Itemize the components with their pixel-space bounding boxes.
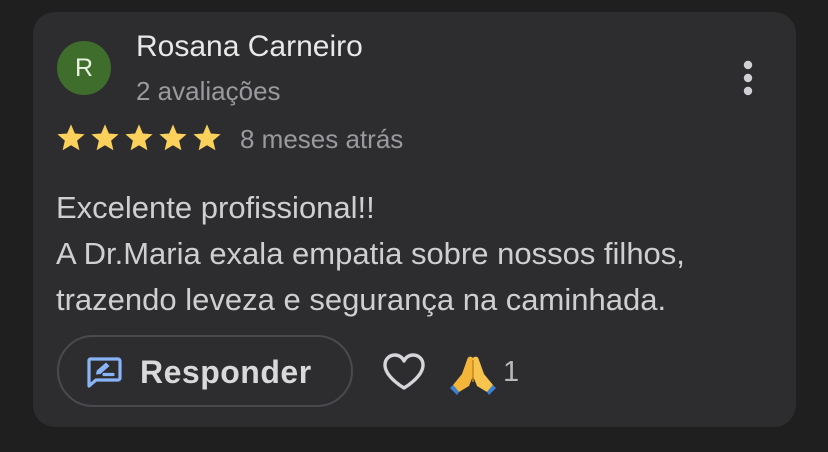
star-icon xyxy=(57,124,85,151)
reply-button-label: Responder xyxy=(140,354,312,390)
folded-hands-icon[interactable] xyxy=(449,352,497,396)
review-text-line: Excelente profissional!! xyxy=(56,190,375,225)
star-icon xyxy=(159,124,187,151)
review-text-line: A Dr.Maria exala empatia sobre nossos fi… xyxy=(56,236,685,271)
review-time: 8 meses atrás xyxy=(240,124,404,154)
reply-edit-icon xyxy=(87,357,122,388)
avatar[interactable]: R xyxy=(57,41,111,95)
author-review-count: 2 avaliações xyxy=(136,76,281,106)
reaction-count: 1 xyxy=(503,356,520,388)
star-icon xyxy=(91,124,119,151)
star-icon xyxy=(193,124,221,151)
star-icon xyxy=(125,124,153,151)
review-text: Excelente profissional!! A Dr.Maria exal… xyxy=(56,185,781,323)
more-options-button[interactable] xyxy=(733,60,763,100)
reply-button[interactable]: Responder xyxy=(57,335,353,407)
star-rating xyxy=(55,122,223,156)
author-name[interactable]: Rosana Carneiro xyxy=(136,30,363,64)
heart-outline-icon[interactable] xyxy=(382,352,426,392)
more-vert-icon xyxy=(743,60,753,96)
review-card: R Rosana Carneiro 2 avaliações 8 meses a… xyxy=(33,12,796,427)
review-text-line: trazendo leveza e segurança na caminhada… xyxy=(56,282,667,317)
